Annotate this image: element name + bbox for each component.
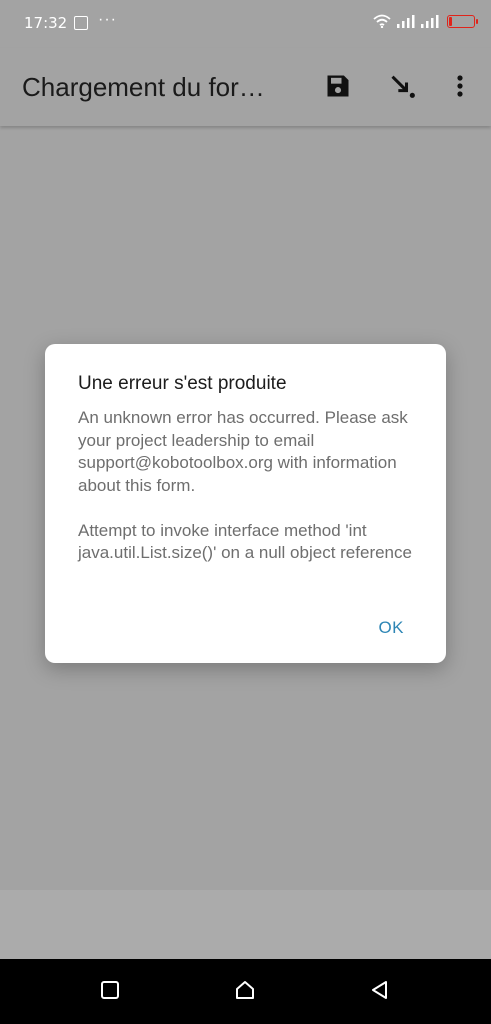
recents-icon [100,980,120,1005]
signal-icon [397,15,415,28]
overflow-menu-icon [456,74,464,103]
save-icon [324,72,352,105]
recents-button[interactable] [97,979,123,1005]
navigation-bar [0,959,491,1024]
back-icon [369,979,391,1006]
dialog-title: Une erreur s'est produite [78,373,287,394]
ok-button[interactable]: OK [378,618,404,638]
error-dialog: Une erreur s'est produite An unknown err… [45,344,446,663]
save-button[interactable] [318,68,358,108]
go-to-icon [389,72,417,105]
back-button[interactable] [367,979,393,1005]
status-icons [373,14,478,28]
image-icon [74,16,88,30]
home-button[interactable] [232,979,258,1005]
page-title: Chargement du for… [22,72,265,102]
status-bar: 17:32 ··· [0,0,491,48]
home-icon [234,979,256,1006]
battery-level [449,17,452,26]
bottom-bar [0,890,491,959]
status-time: 17:32 [24,14,68,32]
battery-icon [447,15,478,28]
more-notifications-icon: ··· [98,11,117,28]
signal-icon [421,15,439,28]
dialog-message: An unknown error has occurred. Please as… [78,408,412,562]
wifi-icon [373,14,391,28]
go-to-button[interactable] [383,68,423,108]
overflow-menu-button[interactable] [440,68,480,108]
app-bar: Chargement du for… [0,48,491,126]
